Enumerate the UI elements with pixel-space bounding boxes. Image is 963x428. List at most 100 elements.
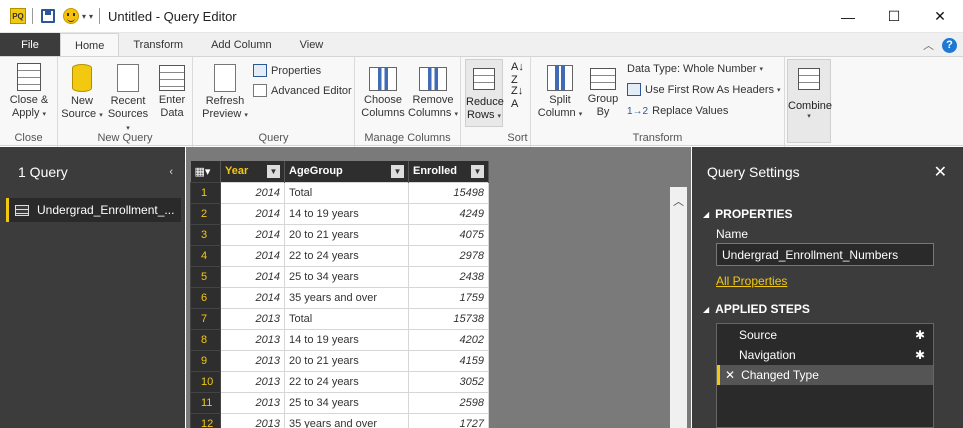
vertical-scrollbar[interactable]: ︿ [670, 187, 687, 428]
table-row[interactable]: 4 2014 22 to 24 years 2978 [190, 244, 489, 267]
agegroup-cell[interactable]: 20 to 21 years [284, 349, 409, 372]
query-item[interactable]: Undergrad_Enrollment_... [6, 198, 181, 222]
column-header-year[interactable]: Year ▼ [220, 161, 285, 182]
filter-dropdown-icon[interactable]: ▼ [391, 164, 404, 178]
table-row[interactable]: 10 2013 22 to 24 years 3052 [190, 370, 489, 393]
row-number-cell[interactable]: 1 [190, 181, 221, 204]
year-cell[interactable]: 2014 [220, 181, 285, 204]
table-row[interactable]: 2 2014 14 to 19 years 4249 [190, 202, 489, 225]
table-menu-button[interactable]: ▦▾ [190, 161, 221, 182]
table-row[interactable]: 12 2013 35 years and over 1727 [190, 412, 489, 428]
scroll-up-icon[interactable]: ︿ [670, 193, 687, 209]
year-cell[interactable]: 2013 [220, 307, 285, 330]
year-cell[interactable]: 2014 [220, 244, 285, 267]
year-cell[interactable]: 2013 [220, 391, 285, 414]
replace-values-button[interactable]: 1→2 Replace Values [627, 105, 728, 117]
column-header-agegroup[interactable]: AgeGroup ▼ [284, 161, 409, 182]
enrolled-cell[interactable]: 3052 [408, 370, 489, 393]
agegroup-cell[interactable]: Total [284, 307, 409, 330]
step-changed-type[interactable]: ✕ Changed Type [717, 365, 933, 385]
year-cell[interactable]: 2014 [220, 265, 285, 288]
enrolled-cell[interactable]: 4075 [408, 223, 489, 246]
row-number-cell[interactable]: 8 [190, 328, 221, 351]
delete-step-icon[interactable]: ✕ [725, 368, 735, 382]
split-column-button[interactable]: Split Column ▾ [537, 60, 583, 121]
combine-button[interactable]: Combine ▾ [787, 59, 832, 143]
enrolled-cell[interactable]: 2598 [408, 391, 489, 414]
tab-view[interactable]: View [286, 33, 338, 56]
step-navigation[interactable]: Navigation ✱ [717, 345, 933, 365]
table-row[interactable]: 1 2014 Total 15498 [190, 181, 489, 204]
agegroup-cell[interactable]: 25 to 34 years [284, 391, 409, 414]
table-row[interactable]: 6 2014 35 years and over 1759 [190, 286, 489, 309]
smiley-dropdown-icon[interactable]: ▾ [82, 12, 86, 21]
group-by-button[interactable]: Group By [585, 60, 621, 119]
minimize-button[interactable]: — [825, 0, 871, 33]
row-number-cell[interactable]: 5 [190, 265, 221, 288]
row-number-cell[interactable]: 7 [190, 307, 221, 330]
use-first-row-headers-button[interactable]: Use First Row As Headers ▾ [627, 83, 781, 96]
year-cell[interactable]: 2013 [220, 412, 285, 428]
row-number-cell[interactable]: 12 [190, 412, 221, 428]
query-name-input[interactable]: Undergrad_Enrollment_Numbers [716, 243, 934, 266]
enrolled-cell[interactable]: 15498 [408, 181, 489, 204]
recent-sources-button[interactable]: Recent Sources ▾ [105, 60, 151, 135]
enrolled-cell[interactable]: 15738 [408, 307, 489, 330]
all-properties-link[interactable]: All Properties [716, 274, 787, 288]
row-number-cell[interactable]: 4 [190, 244, 221, 267]
agegroup-cell[interactable]: 35 years and over [284, 412, 409, 428]
properties-button[interactable]: Properties [253, 64, 321, 77]
row-number-cell[interactable]: 9 [190, 349, 221, 372]
agegroup-cell[interactable]: 25 to 34 years [284, 265, 409, 288]
enrolled-cell[interactable]: 4159 [408, 349, 489, 372]
close-icon[interactable]: ✕ [934, 162, 947, 182]
row-number-cell[interactable]: 3 [190, 223, 221, 246]
enrolled-cell[interactable]: 1727 [408, 412, 489, 428]
table-row[interactable]: 3 2014 20 to 21 years 4075 [190, 223, 489, 246]
close-window-button[interactable]: ✕ [917, 0, 963, 33]
reduce-rows-button[interactable]: Reduce Rows ▾ [465, 59, 504, 127]
year-cell[interactable]: 2013 [220, 328, 285, 351]
enrolled-cell[interactable]: 4249 [408, 202, 489, 225]
table-row[interactable]: 8 2013 14 to 19 years 4202 [190, 328, 489, 351]
new-source-button[interactable]: New Source ▾ [60, 60, 104, 122]
year-cell[interactable]: 2014 [220, 286, 285, 309]
agegroup-cell[interactable]: Total [284, 181, 409, 204]
agegroup-cell[interactable]: 14 to 19 years [284, 202, 409, 225]
applied-steps-section-header[interactable]: ◢ APPLIED STEPS [703, 302, 810, 316]
help-icon[interactable]: ? [942, 37, 957, 53]
row-number-cell[interactable]: 10 [190, 370, 221, 393]
agegroup-cell[interactable]: 20 to 21 years [284, 223, 409, 246]
filter-dropdown-icon[interactable]: ▼ [471, 164, 484, 178]
collapse-ribbon-icon[interactable]: ︿ [923, 37, 934, 53]
sort-descending-icon[interactable]: Z↓ A [511, 85, 523, 111]
save-icon[interactable] [41, 9, 55, 23]
column-header-enrolled[interactable]: Enrolled ▼ [408, 161, 489, 182]
close-apply-button[interactable]: Close & Apply ▾ [5, 60, 53, 121]
tab-file[interactable]: File [0, 33, 60, 56]
gear-icon[interactable]: ✱ [915, 328, 925, 342]
table-row[interactable]: 11 2013 25 to 34 years 2598 [190, 391, 489, 414]
enrolled-cell[interactable]: 4202 [408, 328, 489, 351]
customize-toolbar-icon[interactable]: ▾ [89, 12, 93, 21]
maximize-button[interactable]: ☐ [871, 0, 917, 33]
table-row[interactable]: 5 2014 25 to 34 years 2438 [190, 265, 489, 288]
row-number-cell[interactable]: 2 [190, 202, 221, 225]
row-number-cell[interactable]: 6 [190, 286, 221, 309]
choose-columns-button[interactable]: Choose Columns [359, 60, 407, 120]
remove-columns-button[interactable]: Remove Columns ▾ [407, 60, 459, 121]
agegroup-cell[interactable]: 14 to 19 years [284, 328, 409, 351]
table-row[interactable]: 9 2013 20 to 21 years 4159 [190, 349, 489, 372]
filter-dropdown-icon[interactable]: ▼ [267, 164, 280, 178]
tab-add-column[interactable]: Add Column [197, 33, 286, 56]
step-source[interactable]: Source ✱ [717, 325, 933, 345]
enter-data-button[interactable]: Enter Data [154, 60, 190, 120]
gear-icon[interactable]: ✱ [915, 348, 925, 362]
tab-home[interactable]: Home [60, 33, 120, 57]
properties-section-header[interactable]: ◢ PROPERTIES [703, 207, 793, 221]
year-cell[interactable]: 2014 [220, 202, 285, 225]
app-logo-icon[interactable]: PQ [10, 8, 26, 24]
refresh-preview-button[interactable]: Refresh Preview ▾ [199, 60, 251, 122]
enrolled-cell[interactable]: 2438 [408, 265, 489, 288]
row-number-cell[interactable]: 11 [190, 391, 221, 414]
